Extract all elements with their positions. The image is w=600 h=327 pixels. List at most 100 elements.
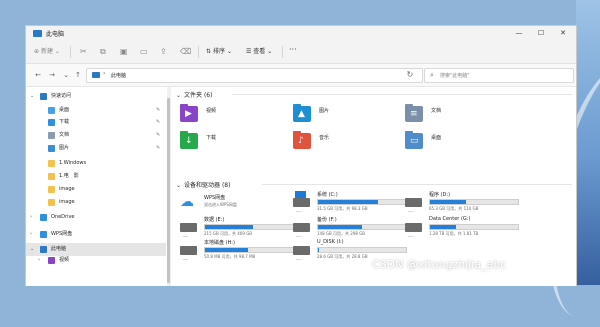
title-bar[interactable]: 此电脑 — ☐ ✕	[26, 26, 576, 41]
breadcrumb-separator-icon: ›	[103, 70, 106, 77]
more-options-button[interactable]: ···	[289, 44, 297, 56]
sidebar-item[interactable]: ⌄ 快速访问	[26, 90, 166, 103]
folder-label: 桌面	[431, 135, 442, 141]
sidebar-item[interactable]: 图片 ✎	[26, 142, 166, 155]
drive-usage-bar	[204, 247, 294, 253]
windows-logo-icon	[295, 191, 306, 198]
breadcrumb[interactable]: 此电脑	[111, 72, 126, 79]
sidebar-item[interactable]: › OneDrive	[26, 211, 166, 224]
sidebar-scrollbar-thumb[interactable]	[167, 98, 170, 283]
recent-locations-button[interactable]: ⌄	[60, 69, 72, 81]
watermark: CSDN @xitongzhijia_abc	[372, 258, 507, 271]
address-bar-row: ← → ⌄ ↑ › 此电脑 ⌄ ↻ ⌕ 搜索"此电脑"	[26, 64, 576, 87]
sidebar-item[interactable]: 下载 ✎	[26, 116, 166, 129]
pictures-folder-icon: ▲	[293, 104, 311, 122]
plus-icon: ⊕	[34, 48, 41, 55]
paste-icon[interactable]: ▣	[120, 46, 128, 58]
new-button[interactable]: ⊕ 新建 ⌄	[34, 46, 60, 58]
pin-icon: ✎	[156, 119, 161, 125]
folder-icon	[48, 199, 55, 206]
drives-section-header[interactable]: ⌄ 设备和驱动器 (8)	[176, 180, 230, 189]
drive-name: 数据 (E:)	[204, 217, 225, 223]
window-title: 此电脑	[46, 31, 65, 38]
drive-tile[interactable]: 备份 (F:) 148 GB 可用，共 298 GB	[293, 216, 411, 240]
drive-slot	[408, 211, 413, 212]
folders-section-header[interactable]: ⌄ 文件夹 (6)	[176, 90, 212, 99]
sidebar-item[interactable]: image	[26, 196, 166, 209]
refresh-button[interactable]: ↻	[404, 69, 416, 81]
drive-tile[interactable]: Data Center (G:) 1.28 TB 可用，共 1.81 TB	[405, 216, 523, 240]
sidebar-item[interactable]: 文档 ✎	[26, 129, 166, 142]
drive-usage-fill	[318, 200, 378, 204]
videos-folder-icon: ▶	[180, 104, 198, 122]
drive-name: WPS网盘	[204, 195, 226, 201]
toolbar-divider	[198, 46, 199, 58]
command-bar: ⊕ 新建 ⌄ ✂ ⧉ ▣ ▭ ⇪ ⌫ ⇅ 排序 ⌄ ☰ 查看 ⌄ ···	[26, 41, 576, 64]
drive-slot	[183, 236, 188, 237]
drive-usage-bar	[204, 224, 294, 230]
sidebar-item[interactable]: 1.Windows	[26, 157, 166, 170]
chevron-right-icon[interactable]: ›	[30, 228, 32, 241]
view-button[interactable]: ☰ 查看 ⌄	[246, 46, 272, 58]
folder-tile[interactable]: ▲ 图片	[293, 104, 403, 128]
address-bar[interactable]: › 此电脑 ⌄	[86, 68, 452, 83]
folder-tile[interactable]: ♪ 音乐	[293, 131, 403, 155]
drive-usage-fill	[430, 225, 456, 229]
folder-tab	[405, 131, 413, 135]
pin-icon: ✎	[156, 132, 161, 138]
rename-icon[interactable]: ▭	[140, 46, 148, 58]
desktop-folder-icon: ▭	[405, 131, 423, 149]
main-content: ⌄ 文件夹 (6) ⌄ 设备和驱动器 (8) ☁ WPS网盘 双击进入WPS网盘 ▶…	[172, 87, 576, 286]
drive-tile[interactable]: 数据 (E:) 215 GB 可用，共 469 GB	[180, 216, 298, 240]
chevron-down-icon: ⌄	[224, 48, 232, 55]
sidebar-item-label: 文档	[59, 132, 70, 138]
search-input[interactable]: ⌕ 搜索"此电脑"	[424, 68, 574, 83]
folder-tile[interactable]: ≡ 文档	[405, 104, 515, 128]
minimize-button[interactable]: —	[508, 27, 530, 40]
folder-glyph: ▶	[185, 109, 192, 119]
drive-usage-bar	[429, 224, 519, 230]
chevron-down-icon[interactable]: ⌄	[30, 90, 34, 103]
download-icon	[48, 119, 55, 126]
folder-tile[interactable]: ▶ 视频	[180, 104, 290, 128]
chevron-down-icon: ⌄	[52, 48, 60, 55]
folder-label: 音乐	[319, 135, 330, 141]
close-button[interactable]: ✕	[552, 27, 574, 40]
sort-button[interactable]: ⇅ 排序 ⌄	[206, 46, 232, 58]
music-folder-icon: ♪	[293, 131, 311, 149]
chevron-right-icon[interactable]: ›	[38, 254, 40, 267]
desktop-icon	[48, 107, 55, 114]
folder-tile[interactable]: ↓ 下载	[180, 131, 290, 155]
drive-tile[interactable]: 系统 (C:) 31.5 GB 可用，共 98.3 GB	[293, 191, 411, 215]
sidebar-item[interactable]: image	[26, 183, 166, 196]
chevron-down-icon: ⌄	[176, 92, 182, 99]
documents-folder-icon: ≡	[405, 104, 423, 122]
drive-capacity: 31.5 GB 可用，共 98.3 GB	[317, 206, 368, 211]
chevron-right-icon[interactable]: ›	[30, 211, 32, 224]
back-button[interactable]: ←	[32, 69, 44, 81]
drive-capacity: 28.6 GB 可用，共 28.8 GB	[317, 254, 368, 259]
wps-cloud-drive[interactable]: ☁ WPS网盘 双击进入WPS网盘	[180, 193, 298, 217]
drive-usage-bar	[317, 199, 407, 205]
sidebar-item[interactable]: 1.电 影	[26, 170, 166, 183]
drive-tile[interactable]: 本地磁盘 (H:) 50.8 MB 可用，共 98.7 MB	[180, 239, 298, 263]
sidebar-item-label: OneDrive	[51, 214, 75, 220]
delete-icon[interactable]: ⌫	[180, 46, 191, 58]
sort-icon: ⇅	[206, 48, 213, 55]
cut-icon[interactable]: ✂	[80, 46, 87, 58]
file-explorer-window: 此电脑 — ☐ ✕ ⊕ 新建 ⌄ ✂ ⧉ ▣ ▭ ⇪ ⌫ ⇅ 排序 ⌄ ☰ 查看…	[25, 25, 577, 286]
maximize-button[interactable]: ☐	[530, 27, 552, 40]
folder-tile[interactable]: ▭ 桌面	[405, 131, 515, 155]
folder-glyph: ▭	[410, 136, 419, 146]
drive-slot	[296, 211, 301, 212]
sidebar-item[interactable]: › WPS网盘	[26, 228, 166, 241]
up-button[interactable]: ↑	[72, 69, 84, 81]
sidebar-item-label: 1.Windows	[59, 160, 87, 166]
share-icon[interactable]: ⇪	[160, 46, 167, 58]
copy-icon[interactable]: ⧉	[100, 46, 106, 58]
hard-drive-icon	[180, 223, 197, 237]
sidebar-item-label: 视频	[59, 257, 70, 263]
drive-tile[interactable]: 程序 (D:) 65.3 GB 可用，共 110 GB	[405, 191, 523, 215]
forward-button[interactable]: →	[46, 69, 58, 81]
sidebar-item[interactable]: › 视频	[26, 254, 166, 267]
